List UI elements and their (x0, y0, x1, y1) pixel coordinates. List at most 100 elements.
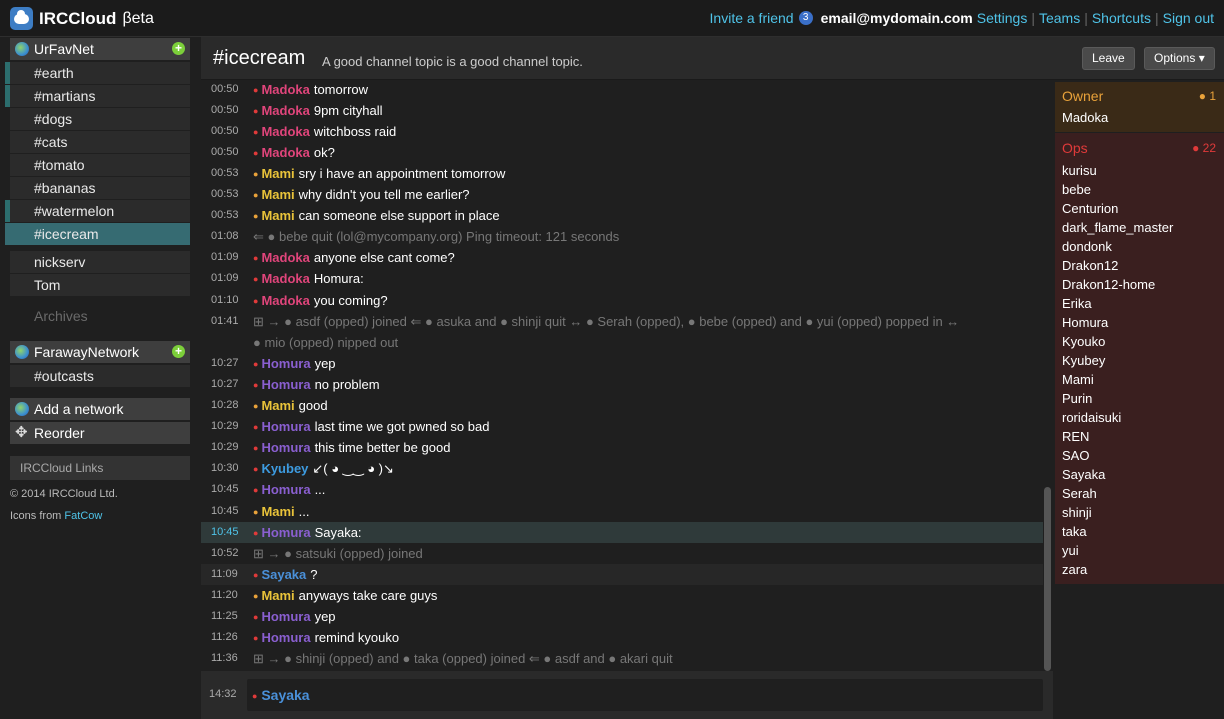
input-area: 14:32 ● Sayaka (201, 671, 1053, 719)
member-item[interactable]: Drakon12-home (1062, 277, 1155, 292)
shortcuts-link[interactable]: Shortcuts (1092, 10, 1151, 26)
nick[interactable]: Homura (261, 525, 310, 540)
message-log[interactable]: 00:50 ● Madoka tomorrow 00:50 ● Madoka 9pm city… (201, 80, 1053, 671)
globe-icon (15, 345, 29, 359)
sidebar-item-outcasts[interactable]: #outcasts (10, 365, 190, 387)
sidebar-item-bananas[interactable]: #bananas (10, 177, 190, 199)
message-row: 10:28 ● Mami good (201, 395, 1045, 416)
member-item[interactable]: kurisu (1062, 163, 1097, 178)
member-item[interactable]: REN (1062, 429, 1089, 444)
add-network-button[interactable]: Add a network (10, 398, 190, 420)
nick[interactable]: Mami (261, 504, 294, 519)
nick[interactable]: Homura (261, 356, 310, 371)
network-header-farawaynetwork[interactable]: FarawayNetwork + (10, 341, 190, 363)
nick[interactable]: Madoka (261, 293, 309, 308)
timestamp: 10:27 (211, 357, 239, 369)
nick[interactable]: Madoka (261, 124, 309, 139)
nick[interactable]: Madoka (261, 82, 309, 97)
nick[interactable]: Kyubey (261, 461, 308, 476)
member-item[interactable]: dark_flame_master (1062, 220, 1173, 235)
member-item[interactable]: Purin (1062, 391, 1092, 406)
timestamp: 01:09 (211, 251, 239, 263)
add-channel-icon[interactable]: + (172, 42, 185, 55)
message-text: yep (314, 609, 336, 624)
sidebar-item-martians[interactable]: #martians (5, 85, 190, 107)
sidebar-item-dogs[interactable]: #dogs (10, 108, 190, 130)
nick[interactable]: Mami (261, 398, 294, 413)
nick[interactable]: Madoka (261, 103, 309, 118)
invite-count-badge: 3 (798, 11, 813, 25)
nick[interactable]: Homura (261, 419, 310, 434)
message-text: sry i have an appointment tomorrow (298, 166, 506, 181)
sidebar-item-earth[interactable]: #earth (5, 62, 190, 84)
member-item[interactable]: bebe (1062, 182, 1091, 197)
owner-label: Owner (1062, 88, 1104, 104)
member-item[interactable]: Mami (1062, 372, 1094, 387)
teams-link[interactable]: Teams (1039, 10, 1080, 26)
system-message-row: 01:41 ⊞ → ● asdf (opped) joined ⇐ ● asuka… (201, 311, 1045, 332)
status-dot-icon: ● (253, 211, 259, 221)
options-button[interactable]: Options ▾ (1144, 47, 1215, 70)
app-name: IRCCloud (39, 8, 117, 28)
network-header-urfavnet[interactable]: UrFavNet + (10, 38, 190, 60)
member-item[interactable]: Kyubey (1062, 353, 1105, 368)
member-item[interactable]: dondonk (1062, 239, 1112, 254)
nick[interactable]: Homura (261, 630, 310, 645)
message-row: 00:53 ● Mami sry i have an appointment tomo… (201, 163, 1045, 184)
nick[interactable]: Mami (261, 166, 294, 181)
sidebar-item-cats[interactable]: #cats (10, 131, 190, 153)
user-email: email@mydomain.com (820, 10, 973, 26)
member-item[interactable]: Centurion (1062, 201, 1118, 216)
member-item[interactable]: yui (1062, 543, 1079, 558)
fatcow-link[interactable]: FatCow (64, 510, 102, 522)
member-item[interactable]: Homura (1062, 315, 1108, 330)
add-channel-icon[interactable]: + (172, 345, 185, 358)
nick[interactable]: Homura (261, 482, 310, 497)
scrollbar-thumb[interactable] (1044, 487, 1051, 671)
nick[interactable]: Homura (261, 377, 310, 392)
message-row: 10:27 ● Homura no problem (201, 374, 1045, 395)
message-input[interactable]: ● Sayaka (247, 679, 1043, 711)
member-item[interactable]: Serah (1062, 486, 1097, 501)
member-item[interactable]: SAO (1062, 448, 1089, 463)
reorder-button[interactable]: Reorder (10, 422, 190, 444)
timestamp: 10:45 (211, 505, 239, 517)
sidebar-item-tom[interactable]: Tom (10, 274, 190, 296)
sidebar-item-tomato[interactable]: #tomato (10, 154, 190, 176)
nick[interactable]: Homura (261, 440, 310, 455)
nick[interactable]: Mami (261, 208, 294, 223)
globe-icon (15, 42, 29, 56)
member-item[interactable]: shinji (1062, 505, 1092, 520)
member-item[interactable]: Drakon12 (1062, 258, 1118, 273)
sidebar-item-watermelon[interactable]: #watermelon (5, 200, 190, 222)
sidebar-item-archives[interactable]: Archives (10, 305, 190, 327)
member-item[interactable]: roridaisuki (1062, 410, 1121, 425)
settings-link[interactable]: Settings (977, 10, 1028, 26)
nick[interactable]: Sayaka (261, 567, 306, 582)
member-item[interactable]: Sayaka (1062, 467, 1105, 482)
status-dot-icon: ● (253, 380, 259, 390)
nick[interactable]: Homura (261, 609, 310, 624)
timestamp: 10:52 (211, 547, 239, 559)
irccloud-links[interactable]: IRCCloud Links (10, 456, 190, 480)
status-dot-icon: ● (253, 190, 259, 200)
member-item[interactable]: zara (1062, 562, 1087, 577)
member-madoka[interactable]: Madoka (1062, 110, 1108, 125)
member-item[interactable]: taka (1062, 524, 1087, 539)
logo[interactable]: IRCCloud βeta (10, 7, 154, 30)
member-item[interactable]: Kyouko (1062, 334, 1105, 349)
sidebar-item-nickserv[interactable]: nickserv (10, 251, 190, 273)
nick[interactable]: Madoka (261, 271, 309, 286)
nick[interactable]: Mami (261, 187, 294, 202)
nick[interactable]: Madoka (261, 250, 309, 265)
invite-link[interactable]: Invite a friend (710, 10, 794, 26)
timestamp: 10:30 (211, 462, 239, 474)
nick[interactable]: Mami (261, 588, 294, 603)
leave-button[interactable]: Leave (1082, 47, 1135, 70)
message-text: yep (314, 356, 336, 371)
member-item[interactable]: Erika (1062, 296, 1092, 311)
message-row: 11:20 ● Mami anyways take care guys (201, 585, 1045, 606)
sign-out-link[interactable]: Sign out (1163, 10, 1214, 26)
nick[interactable]: Madoka (261, 145, 309, 160)
sidebar-item-icecream[interactable]: #icecream (5, 223, 190, 245)
